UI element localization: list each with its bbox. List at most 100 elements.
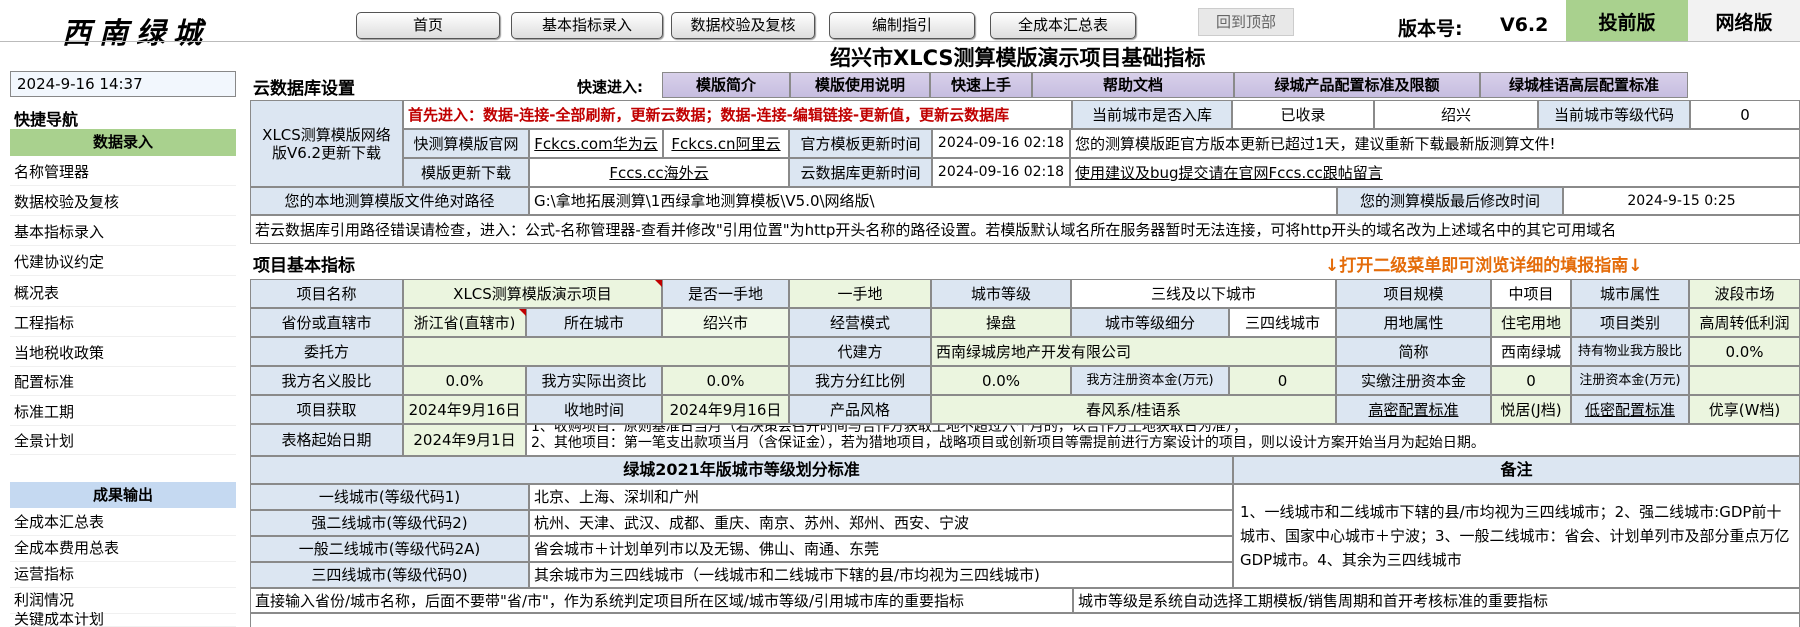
- style-input[interactable]: 春风系/桂语系: [931, 395, 1336, 424]
- note-2: 2、其他项目：第一笔支出款项当月（含保证金），若为猎地项目，战略项目或创新项目等…: [531, 435, 1485, 451]
- last-mod-value: 2024-9-15 0:25: [1563, 187, 1800, 215]
- scale-label: 项目规模: [1336, 279, 1491, 308]
- link-usage[interactable]: 模版使用说明: [790, 72, 930, 98]
- sidebar-item-total-cost[interactable]: 全成本汇总表: [10, 508, 236, 536]
- reg-cap-label: 我方注册资本金(万元): [1071, 366, 1229, 395]
- first-tip: 首先进入：数据-连接-全部刷新，更新云数据；数据-连接-编辑链接-更新值，更新云…: [403, 100, 1072, 129]
- reg-cap-input[interactable]: 0: [1229, 366, 1336, 395]
- sidebar-item-profit[interactable]: 利润情况: [10, 586, 236, 614]
- scale-value: 中项目: [1491, 279, 1571, 308]
- sidebar-item-operation[interactable]: 运营指标: [10, 560, 236, 588]
- land-time-label: 收地时间: [526, 395, 662, 424]
- link-product-standard[interactable]: 绿城产品配置标准及限额: [1234, 72, 1480, 98]
- short-name-value: 西南绿城: [1491, 337, 1571, 366]
- link-help[interactable]: 帮助文档: [1032, 72, 1234, 98]
- logo: 西南绿城: [62, 16, 211, 50]
- sidebar-item-schedule[interactable]: 标准工期: [10, 398, 236, 426]
- high-cfg-label[interactable]: 高密配置标准: [1336, 395, 1491, 424]
- bug-report-link[interactable]: 使用建议及bug提交请在官网Fccs.cc跟帖留言: [1070, 158, 1800, 187]
- update-download-label: 模版更新下载: [403, 158, 529, 187]
- land-time-input[interactable]: 2024年9月16日: [662, 395, 789, 424]
- quick-enter-label: 快速进入:: [577, 78, 643, 96]
- menu-tip: ↓打开二级菜单即可浏览详细的填报指南↓: [1325, 256, 1643, 276]
- in-db-label: 当前城市是否入库: [1072, 100, 1232, 129]
- land-attr-input[interactable]: 住宅用地: [1491, 308, 1571, 337]
- nav-guide-button[interactable]: 编制指引: [829, 12, 975, 39]
- sidebar-item-tax[interactable]: 当地税收政策: [10, 339, 236, 367]
- page-title: 绍兴市XLCS测算模版演示项目基础指标: [830, 46, 1206, 70]
- sidebar-item-total-fee[interactable]: 全成本费用总表: [10, 534, 236, 562]
- sidebar-item-overview[interactable]: 概况表: [10, 279, 236, 307]
- low-cfg-input[interactable]: 优享(W档): [1689, 395, 1800, 424]
- tier-value-1: 北京、上海、深圳和广州: [529, 484, 1233, 510]
- cloud-section-title: 云数据库设置: [253, 79, 355, 99]
- city-input[interactable]: 绍兴市: [662, 308, 789, 337]
- comment-marker: [519, 309, 526, 316]
- low-cfg-label[interactable]: 低密配置标准: [1571, 395, 1689, 424]
- start-date-input[interactable]: 2024年9月1日: [403, 424, 526, 456]
- footer-note-left: 直接输入省份/城市名称，后面不要带"省/市"，作为系统判定项目所在区域/城市等级…: [250, 588, 1073, 613]
- type-input[interactable]: 高周转低利润: [1689, 308, 1800, 337]
- city-attr-input[interactable]: 波段市场: [1689, 279, 1800, 308]
- tab-network[interactable]: 网络版: [1688, 0, 1800, 42]
- mode-label: 经营模式: [789, 308, 931, 337]
- datetime-field[interactable]: 2024-9-16 14:37: [10, 71, 236, 97]
- sidebar-item-validation[interactable]: 数据校验及复核: [10, 188, 236, 216]
- tab-investment[interactable]: 投前版: [1566, 0, 1688, 42]
- short-name-label: 简称: [1336, 337, 1491, 366]
- name-share-label: 我方名义股比: [250, 366, 403, 395]
- nav-summary-button[interactable]: 全成本汇总表: [990, 12, 1136, 39]
- last-mod-label: 您的测算模版最后修改时间: [1337, 187, 1563, 215]
- link-highrise-standard[interactable]: 绿城桂语高层配置标准: [1480, 72, 1688, 98]
- sidebar-item-key-cost[interactable]: 关键成本计划: [10, 612, 236, 627]
- proj-name-input[interactable]: XLCS测算模版演示项目: [403, 279, 662, 308]
- link-aliyun[interactable]: Fckcs.cn阿里云: [663, 129, 789, 158]
- path-error-tip: 若云数据库引用路径错误请检查，进入：公式-名称管理器-查看并修改"引用位置"为h…: [250, 215, 1800, 244]
- link-quickstart[interactable]: 快速上手: [930, 72, 1032, 98]
- tier-value-2: 杭州、天津、武汉、成都、重庆、南京、苏州、郑州、西安、宁波: [529, 510, 1233, 536]
- data-entry-header: 数据录入: [10, 129, 236, 156]
- sidebar-item-panorama[interactable]: 全景计划: [10, 427, 236, 455]
- sidebar-item-name-manager[interactable]: 名称管理器: [10, 158, 236, 186]
- cloud-time-value: 2024-09-16 02:18: [932, 158, 1070, 187]
- note-1: 1、收购项目：原则基准日当月（若决策会召开时间与合作方获取土地不超过六个月的，以…: [531, 424, 1247, 435]
- mode-input[interactable]: 操盘: [931, 308, 1071, 337]
- cut-off-row: [250, 613, 1800, 627]
- city-value: 绍兴: [1374, 100, 1538, 129]
- link-intro[interactable]: 模版简介: [662, 72, 790, 98]
- version-label: 版本号:: [1398, 18, 1463, 40]
- sidebar-item-basic-entry[interactable]: 基本指标录入: [10, 218, 236, 246]
- nav-basic-entry-button[interactable]: 基本指标录入: [511, 12, 663, 39]
- high-cfg-input[interactable]: 悦居(J档): [1491, 395, 1571, 424]
- client-label: 委托方: [250, 337, 403, 366]
- official-time-value: 2024-09-16 02:18: [932, 129, 1070, 158]
- div-share-input[interactable]: 0.0%: [931, 366, 1071, 395]
- nav-validation-button[interactable]: 数据校验及复核: [671, 12, 815, 39]
- sidebar-item-config[interactable]: 配置标准: [10, 368, 236, 396]
- first-hand-label: 是否一手地: [662, 279, 789, 308]
- reg-total-input[interactable]: [1689, 366, 1800, 395]
- official-time-label: 官方模板更新时间: [789, 129, 932, 158]
- start-date-label: 表格起始日期: [250, 424, 403, 456]
- agent-input[interactable]: 西南绿城房地产开发有限公司: [931, 337, 1336, 366]
- nav-home-button[interactable]: 首页: [356, 12, 500, 39]
- city-label: 所在城市: [526, 308, 662, 337]
- link-overseas-cloud[interactable]: Fccs.cc海外云: [529, 158, 789, 187]
- download-label[interactable]: XLCS测算模版网络版V6.2更新下载: [250, 100, 403, 187]
- province-input[interactable]: 浙江省(直辖市): [403, 308, 526, 337]
- real-share-input[interactable]: 0.0%: [662, 366, 789, 395]
- name-share-input[interactable]: 0.0%: [403, 366, 526, 395]
- output-header: 成果输出: [10, 482, 236, 508]
- hold-share-input[interactable]: 0.0%: [1689, 337, 1800, 366]
- link-huawei-cloud[interactable]: Fckcs.com华为云: [529, 129, 663, 158]
- back-to-top-button[interactable]: 回到顶部: [1198, 8, 1294, 36]
- start-date-notes: 1、收购项目：原则基准日当月（若决策会召开时间与合作方获取土地不超过六个月的，以…: [526, 424, 1800, 456]
- paid-cap-input[interactable]: 0: [1491, 366, 1571, 395]
- first-hand-input[interactable]: 一手地: [789, 279, 931, 308]
- acquire-input[interactable]: 2024年9月16日: [403, 395, 526, 424]
- client-input[interactable]: [403, 337, 789, 366]
- sidebar-item-agent-agreement[interactable]: 代建协议约定: [10, 248, 236, 276]
- city-level-label: 城市等级: [931, 279, 1071, 308]
- cloud-time-label: 云数据库更新时间: [789, 158, 932, 187]
- sidebar-item-engineering[interactable]: 工程指标: [10, 309, 236, 337]
